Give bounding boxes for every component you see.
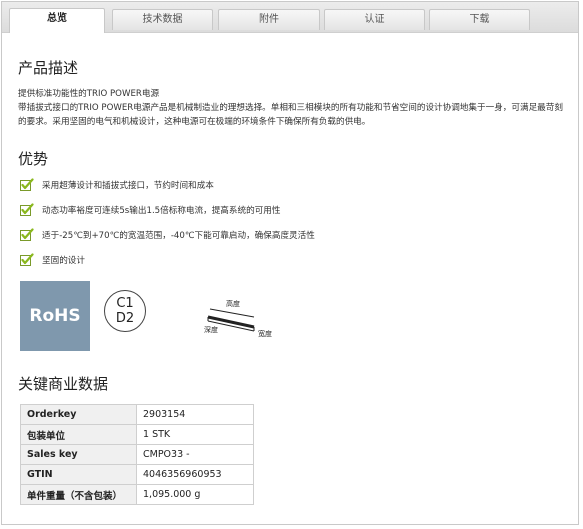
- class-top-label: C1: [116, 296, 134, 311]
- dimensions-icon: [207, 308, 255, 332]
- c1-d2-class-icon: C1 D2: [104, 290, 146, 332]
- key-data-table: Orderkey 2903154 包装单位 1 STK Sales key CM…: [20, 404, 254, 505]
- key-cell: Sales key: [20, 444, 137, 465]
- table-row: Sales key CMPO33 -: [20, 444, 254, 465]
- dim-width-label: 宽度: [258, 330, 272, 338]
- description-heading: 产品描述: [18, 59, 79, 77]
- tab-approvals[interactable]: 认证: [324, 9, 425, 30]
- advantage-item: 坚固的设计: [18, 253, 568, 278]
- dim-height-label: 高度: [226, 300, 240, 308]
- key-data-heading: 关键商业数据: [18, 375, 109, 393]
- advantage-item: 采用超薄设计和插拔式接口，节约时间和成本: [18, 178, 568, 203]
- advantage-item: 动态功率裕度可连续5s输出1.5倍标称电流，提高系统的可用性: [18, 203, 568, 228]
- rohs-logo: RoHS: [20, 281, 90, 351]
- key-cell: Orderkey: [20, 404, 137, 425]
- checkbox-checked-icon: [20, 203, 34, 216]
- tab-technical-data[interactable]: 技术数据: [112, 9, 213, 30]
- advantage-item: 适于-25℃到+70℃的宽温范围，-40℃下能可靠启动，确保高度灵活性: [18, 228, 568, 253]
- advantage-text: 动态功率裕度可连续5s输出1.5倍标称电流，提高系统的可用性: [42, 206, 281, 216]
- value-cell: 2903154: [136, 404, 254, 425]
- tab-bar: 总览 技术数据 附件 认证 下载: [2, 2, 578, 33]
- tab-downloads[interactable]: 下载: [429, 9, 530, 30]
- table-row: 单件重量（不含包装） 1,095.000 g: [20, 484, 254, 505]
- table-row: GTIN 4046356960953: [20, 464, 254, 485]
- certification-logos: RoHS C1 D2 高度 深度 宽度: [20, 281, 320, 353]
- product-panel: 总览 技术数据 附件 认证 下载 产品描述 提供标准功能性的TRIO POWER…: [1, 1, 579, 525]
- table-row: Orderkey 2903154: [20, 404, 254, 425]
- advantages-heading: 优势: [18, 150, 49, 168]
- product-description: 提供标准功能性的TRIO POWER电源 带插拔式接口的TRIO POWER电源…: [18, 87, 568, 129]
- key-cell: GTIN: [20, 464, 137, 485]
- tab-overview[interactable]: 总览: [9, 8, 105, 33]
- checkbox-checked-icon: [20, 228, 34, 241]
- dimensions-diagram: 高度 深度 宽度: [178, 295, 272, 345]
- advantages-list: 采用超薄设计和插拔式接口，节约时间和成本 动态功率裕度可连续5s输出1.5倍标称…: [18, 178, 568, 278]
- value-cell: 1 STK: [136, 424, 254, 445]
- description-line-2: 带插拔式接口的TRIO POWER电源产品是机械制造业的理想选择。单相和三相模块…: [18, 103, 563, 127]
- table-row: 包装单位 1 STK: [20, 424, 254, 445]
- key-cell: 包装单位: [20, 424, 137, 445]
- advantage-text: 坚固的设计: [42, 256, 85, 266]
- class-bottom-label: D2: [115, 311, 135, 326]
- key-cell: 单件重量（不含包装）: [20, 484, 137, 505]
- tab-accessories[interactable]: 附件: [218, 9, 320, 30]
- description-line-1: 提供标准功能性的TRIO POWER电源: [18, 89, 160, 99]
- value-cell: 4046356960953: [136, 464, 254, 485]
- advantage-text: 采用超薄设计和插拔式接口，节约时间和成本: [42, 181, 214, 191]
- checkbox-checked-icon: [20, 253, 34, 266]
- checkbox-checked-icon: [20, 178, 34, 191]
- advantage-text: 适于-25℃到+70℃的宽温范围，-40℃下能可靠启动，确保高度灵活性: [42, 231, 315, 241]
- value-cell: CMPO33 -: [136, 444, 254, 465]
- value-cell: 1,095.000 g: [136, 484, 254, 505]
- dim-depth-label: 深度: [204, 326, 218, 334]
